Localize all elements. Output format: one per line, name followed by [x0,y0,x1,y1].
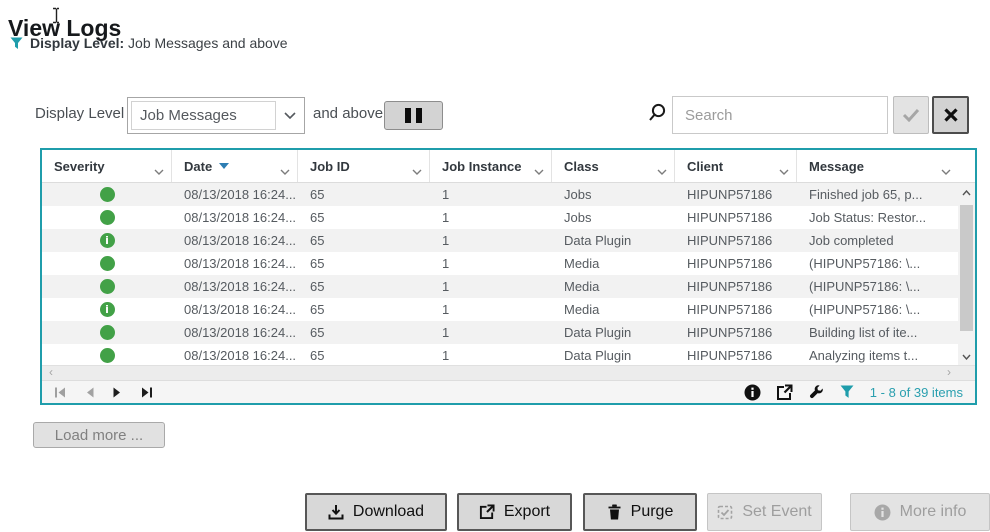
chevron-down-icon[interactable] [779,163,789,178]
table-row[interactable]: 08/13/2018 16:24... 65 1 Media HIPUNP571… [42,252,958,275]
close-icon [943,107,959,123]
display-level-dropdown[interactable]: Job Messages [127,97,305,134]
column-header-client[interactable]: Client [675,150,797,182]
table-row[interactable]: 08/13/2018 16:24... 65 1 Data Plugin HIP… [42,321,958,344]
column-header-date[interactable]: Date [172,150,298,182]
pause-icon [405,108,411,123]
wrench-icon[interactable] [808,384,825,401]
export-grid-icon[interactable] [776,384,793,401]
severity-success-icon [99,279,115,294]
chevron-down-icon[interactable] [276,98,304,133]
event-check-icon [717,504,733,520]
and-above-label: and above [313,105,384,122]
table-row[interactable]: 08/13/2018 16:24... 65 1 Media HIPUNP571… [42,298,958,321]
search-icon [647,103,667,128]
search-clear-button[interactable] [932,96,969,134]
chevron-down-icon[interactable] [941,163,951,178]
checkmark-icon [902,108,920,122]
table-row[interactable]: 08/13/2018 16:24... 65 1 Jobs HIPUNP5718… [42,206,958,229]
scroll-left-icon[interactable]: ‹ [49,365,53,379]
sort-descending-icon [219,163,230,169]
chevron-down-icon[interactable] [154,163,164,178]
search-input[interactable] [672,96,888,134]
severity-info-icon [99,302,115,317]
scroll-up-icon[interactable] [958,185,975,201]
display-level-label: Display Level [35,105,125,122]
first-page-button[interactable] [54,386,67,399]
filter-funnel-icon [10,37,23,50]
filter-summary-label: Display Level: [30,35,125,51]
table-body: 08/13/2018 16:24... 65 1 Jobs HIPUNP5718… [42,183,975,365]
download-icon [328,504,344,520]
severity-success-icon [99,256,115,271]
table-row[interactable]: 08/13/2018 16:24... 65 1 Jobs HIPUNP5718… [42,183,958,206]
search-confirm-button[interactable] [893,96,929,134]
table-header-row: Severity Date Job ID Job Instance Class … [42,150,975,183]
severity-info-icon [99,233,115,248]
vertical-scrollbar[interactable] [958,183,975,365]
load-more-button[interactable]: Load more ... [33,422,165,448]
info-icon[interactable] [744,384,761,401]
export-icon [479,504,495,520]
severity-success-icon [99,187,115,202]
column-header-job-instance[interactable]: Job Instance [430,150,552,182]
filter-funnel-icon[interactable] [840,385,854,399]
severity-success-icon [99,325,115,340]
table-row[interactable]: 08/13/2018 16:24... 65 1 Data Plugin HIP… [42,344,958,365]
filter-summary-value: Job Messages and above [128,35,288,51]
horizontal-scrollbar[interactable]: ‹ › [42,365,975,380]
set-event-button[interactable]: Set Event [707,493,822,531]
column-header-message[interactable]: Message [797,150,975,182]
export-button[interactable]: Export [457,493,572,531]
items-count: 1 - 8 of 39 items [869,384,963,400]
chevron-down-icon[interactable] [534,163,544,178]
chevron-down-icon[interactable] [280,163,290,178]
pause-button[interactable] [384,101,443,130]
table-footer: 1 - 8 of 39 items [42,380,975,403]
column-header-job-id[interactable]: Job ID [298,150,430,182]
scrollbar-thumb[interactable] [960,205,973,331]
table-row[interactable]: 08/13/2018 16:24... 65 1 Media HIPUNP571… [42,275,958,298]
next-page-button[interactable] [112,386,123,399]
chevron-down-icon[interactable] [657,163,667,178]
column-header-class[interactable]: Class [552,150,675,182]
info-icon [874,504,891,521]
severity-success-icon [99,210,115,225]
previous-page-button[interactable] [84,386,95,399]
text-cursor-icon [51,7,62,29]
column-header-severity[interactable]: Severity [42,150,172,182]
logs-table: Severity Date Job ID Job Instance Class … [40,148,977,405]
scroll-right-icon[interactable]: › [947,365,951,379]
filter-summary: Display Level: Job Messages and above [10,35,288,51]
download-button[interactable]: Download [305,493,447,531]
severity-success-icon [99,348,115,363]
display-level-selected-value: Job Messages [131,101,276,130]
chevron-down-icon[interactable] [412,163,422,178]
more-info-button[interactable]: More info [850,493,990,531]
trash-icon [607,504,622,520]
table-row[interactable]: 08/13/2018 16:24... 65 1 Data Plugin HIP… [42,229,958,252]
last-page-button[interactable] [140,386,153,399]
purge-button[interactable]: Purge [583,493,697,531]
scroll-down-icon[interactable] [958,349,975,365]
